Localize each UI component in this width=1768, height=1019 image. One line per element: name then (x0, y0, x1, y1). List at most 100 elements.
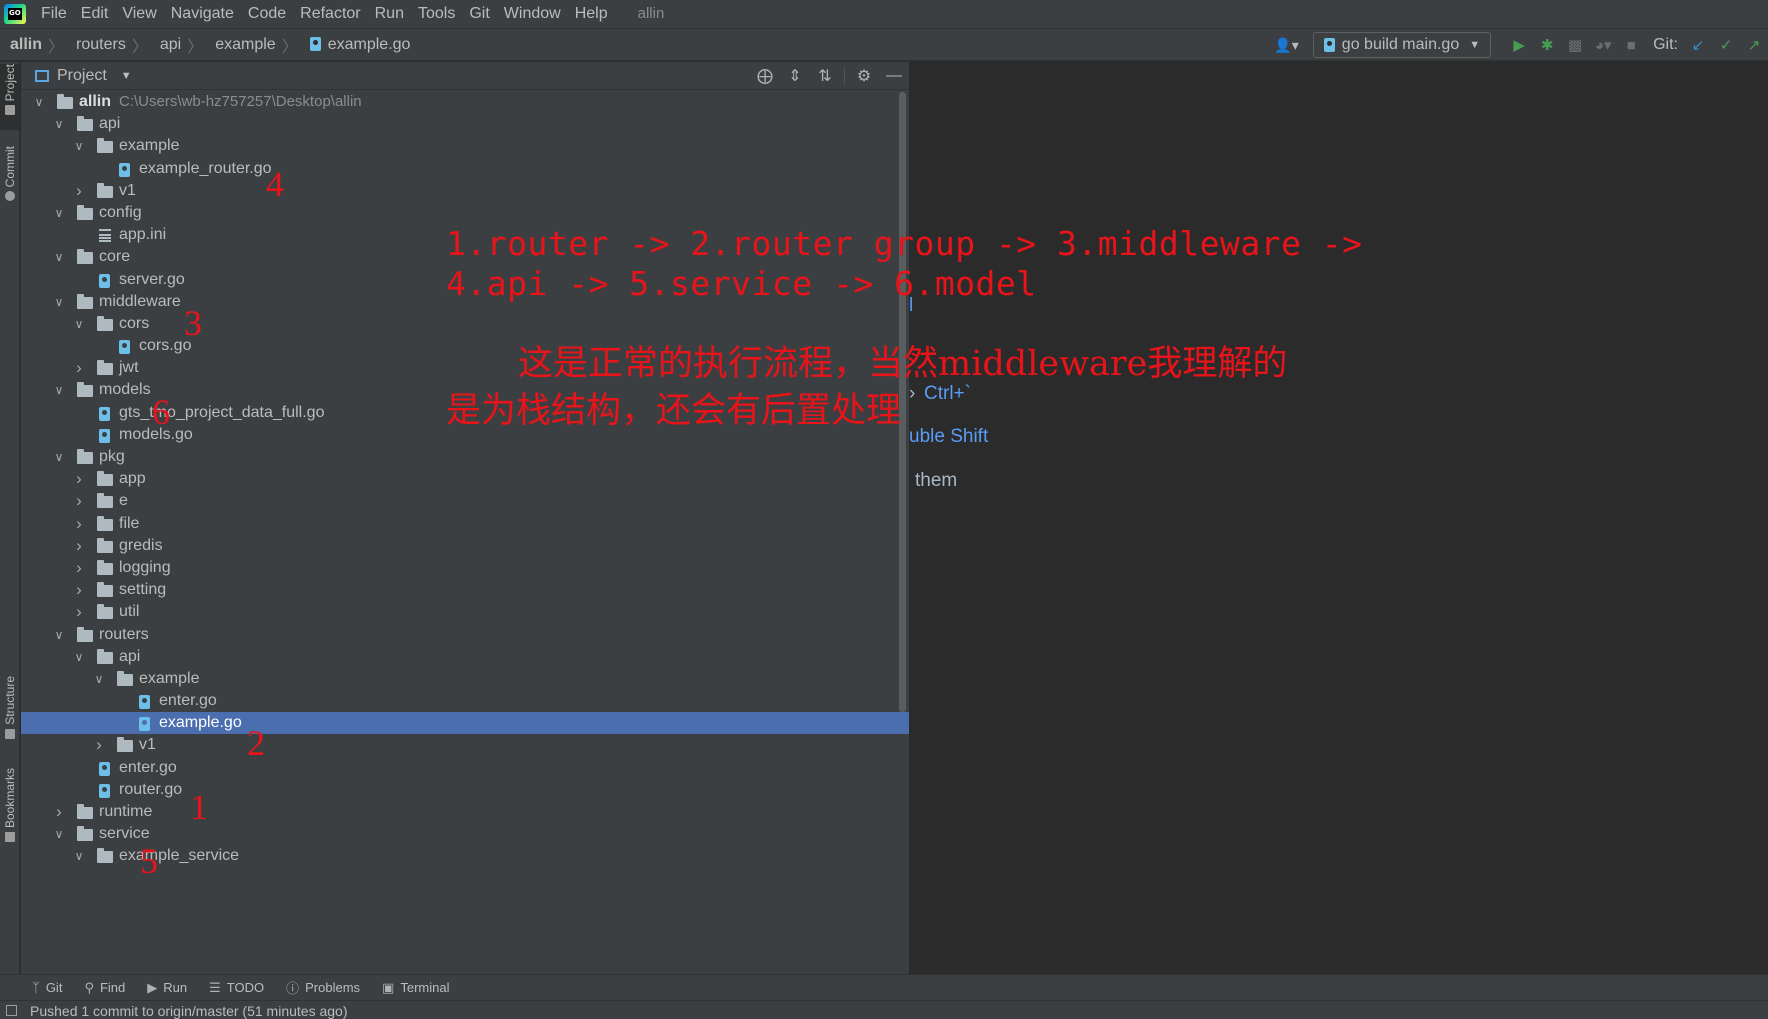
chevron-down-icon[interactable]: ∨ (73, 845, 85, 867)
tree-folder-row[interactable]: ∨ example (21, 668, 909, 690)
chevron-right-icon[interactable]: › (73, 601, 85, 623)
tree-item-label: file (119, 513, 139, 535)
status-message[interactable]: Pushed 1 commit to origin/master (51 min… (30, 1003, 347, 1019)
tree-file-row[interactable]: example_router.go (21, 158, 909, 180)
tree-folder-row[interactable]: ∨ pkg (21, 446, 909, 468)
menu-refactor[interactable]: Refactor (293, 0, 367, 28)
chevron-down-icon[interactable]: ∨ (73, 646, 85, 668)
tree-folder-row[interactable]: › logging (21, 557, 909, 579)
chevron-right-icon[interactable]: › (73, 180, 85, 202)
folder-icon (77, 804, 93, 819)
menu-git[interactable]: Git (462, 0, 496, 28)
chevron-down-icon[interactable]: ∨ (33, 91, 45, 113)
chevron-right-icon[interactable]: › (73, 535, 85, 557)
minimize-icon[interactable]: — (879, 67, 909, 85)
tree-folder-row[interactable]: › runtime (21, 801, 909, 823)
tree-folder-row[interactable]: › file (21, 513, 909, 535)
tree-folder-row[interactable]: › v1 (21, 734, 909, 756)
gear-icon[interactable]: ⚙ (849, 66, 879, 86)
chevron-right-icon[interactable]: › (73, 490, 85, 512)
locate-file-icon[interactable]: ⨁ (750, 66, 780, 86)
chevron-right-icon[interactable]: › (93, 734, 105, 756)
menu-help[interactable]: Help (568, 0, 615, 28)
chevron-down-icon[interactable]: ∨ (73, 135, 85, 157)
tool-terminal[interactable]: ▣ Terminal (382, 980, 449, 996)
tool-run[interactable]: ▶ Run (147, 980, 187, 996)
chevron-down-icon[interactable]: ▼ (121, 70, 132, 82)
tool-find[interactable]: ⚲ Find (84, 980, 125, 996)
git-commit-icon[interactable]: ✓ (1712, 32, 1740, 58)
stripe-commit[interactable]: Commit (0, 146, 20, 216)
stripe-commit-label: Commit (3, 146, 17, 188)
tree-file-row[interactable]: example.go (21, 712, 909, 735)
folder-icon (97, 360, 113, 376)
tree-folder-row[interactable]: ∨ routers (21, 624, 909, 646)
project-panel-title[interactable]: Project (57, 67, 107, 85)
chevron-right-icon[interactable]: › (73, 513, 85, 535)
tree-folder-row[interactable]: › app (21, 468, 909, 490)
tree-file-row[interactable]: enter.go (21, 757, 909, 779)
chevron-down-icon[interactable]: ∨ (53, 113, 65, 135)
breadcrumb-allin[interactable]: allin (0, 36, 46, 54)
chevron-down-icon[interactable]: ∨ (53, 202, 65, 224)
chevron-down-icon[interactable]: ∨ (93, 668, 105, 690)
stripe-structure[interactable]: Structure (0, 676, 20, 748)
stripe-project[interactable]: Project (0, 64, 20, 130)
chevron-right-icon[interactable]: › (73, 557, 85, 579)
tree-folder-row[interactable]: ∨ allin C:\Users\wb-hz757257\Desktop\allin (21, 91, 909, 113)
tree-folder-row[interactable]: › e (21, 490, 909, 512)
chevron-down-icon[interactable]: ∨ (53, 246, 65, 268)
chevron-down-icon[interactable]: ∨ (53, 823, 65, 845)
breadcrumb-routers[interactable]: routers (66, 36, 130, 54)
breadcrumb-api[interactable]: api (150, 36, 185, 54)
tree-folder-row[interactable]: ∨ api (21, 113, 909, 135)
tool-todo[interactable]: ☰ TODO (209, 980, 264, 996)
chevron-right-icon[interactable]: › (73, 468, 85, 490)
menu-window[interactable]: Window (497, 0, 568, 28)
breadcrumb-example-go[interactable]: example.go (300, 36, 415, 54)
account-icon[interactable]: 👤▾ (1274, 37, 1298, 54)
breadcrumb-example[interactable]: example (205, 36, 279, 54)
collapse-all-icon[interactable]: ⇅ (810, 66, 840, 86)
chevron-down-icon[interactable]: ∨ (53, 291, 65, 313)
profile-icon[interactable]: ◕▾ (1589, 32, 1617, 58)
menu-navigate[interactable]: Navigate (164, 0, 241, 28)
chevron-down-icon[interactable]: ∨ (73, 313, 85, 335)
chevron-right-icon[interactable]: › (53, 801, 65, 823)
tree-folder-row[interactable]: › gredis (21, 535, 909, 557)
tool-problems[interactable]: ⓘ Problems (286, 978, 360, 997)
menu-edit[interactable]: Edit (74, 0, 116, 28)
tree-folder-row[interactable]: ∨ api (21, 646, 909, 668)
menu-code[interactable]: Code (241, 0, 293, 28)
tree-file-row[interactable]: router.go (21, 779, 909, 801)
tree-folder-row[interactable]: ∨ example (21, 135, 909, 157)
expand-all-icon[interactable]: ⇕ (780, 66, 810, 86)
stop-icon[interactable]: ■ (1617, 32, 1645, 58)
tree-folder-row[interactable]: ∨ cors (21, 313, 909, 335)
run-configuration-select[interactable]: go build main.go ▼ (1312, 32, 1492, 58)
coverage-icon[interactable]: ▩ (1561, 32, 1589, 58)
tree-folder-row[interactable]: ∨ config (21, 202, 909, 224)
stripe-bookmarks[interactable]: Bookmarks (0, 768, 20, 850)
run-icon[interactable]: ▶ (1505, 32, 1533, 58)
status-toggle-icon[interactable] (6, 1005, 17, 1016)
git-push-icon[interactable]: ↗ (1740, 32, 1768, 58)
chevron-down-icon[interactable]: ∨ (53, 379, 65, 401)
menu-file[interactable]: File (34, 0, 74, 28)
folder-icon (77, 249, 93, 265)
chevron-down-icon[interactable]: ∨ (53, 624, 65, 646)
chevron-right-icon[interactable]: › (73, 357, 85, 379)
tree-folder-row[interactable]: › util (21, 601, 909, 623)
debug-icon[interactable]: ✱ (1533, 32, 1561, 58)
menu-view[interactable]: View (115, 0, 163, 28)
tree-file-row[interactable]: enter.go (21, 690, 909, 712)
tree-folder-row[interactable]: › v1 (21, 180, 909, 202)
menu-tools[interactable]: Tools (411, 0, 462, 28)
chevron-down-icon[interactable]: ∨ (53, 446, 65, 468)
menu-run[interactable]: Run (368, 0, 411, 28)
annotation-marker: 1 (190, 787, 208, 827)
tree-folder-row[interactable]: › setting (21, 579, 909, 601)
chevron-right-icon[interactable]: › (73, 579, 85, 601)
tool-git[interactable]: ᛉ Git (32, 980, 62, 995)
git-update-icon[interactable]: ↙ (1684, 32, 1712, 58)
